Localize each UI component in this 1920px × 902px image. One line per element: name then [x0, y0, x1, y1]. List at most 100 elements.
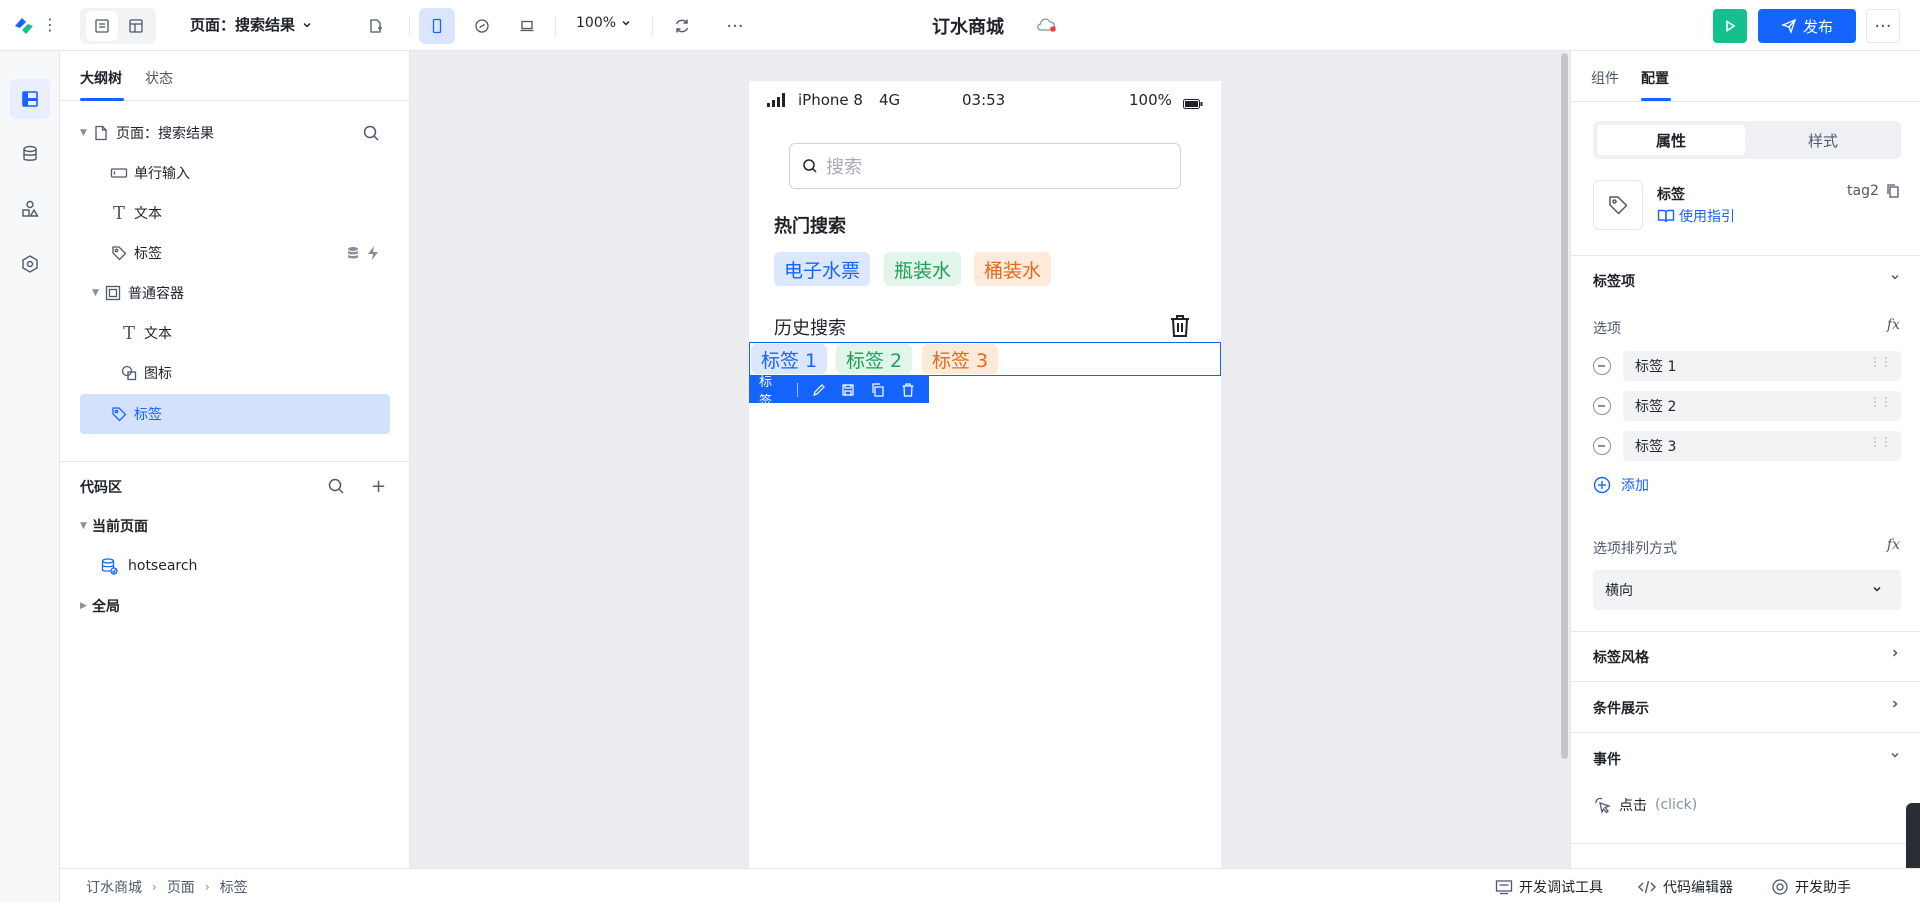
usage-guide-link[interactable]: 使用指引	[1657, 206, 1735, 226]
breadcrumb-item[interactable]: 页面	[167, 877, 195, 897]
remove-option-icon[interactable]	[1593, 357, 1611, 375]
app-menu-icon[interactable]: ⋮	[42, 14, 58, 36]
more-menu-button[interactable]: ···	[1866, 9, 1900, 43]
condition-header[interactable]: 条件展示	[1593, 698, 1901, 718]
drag-handle-icon[interactable]: ⋮⋮	[1869, 396, 1892, 408]
publish-button[interactable]: 发布	[1758, 9, 1856, 43]
segment-properties[interactable]: 属性	[1597, 125, 1745, 155]
remove-option-icon[interactable]	[1593, 397, 1611, 415]
page-selector[interactable]: 页面：搜索结果	[190, 14, 313, 35]
tree-item-text-nested[interactable]: T 文本	[80, 313, 390, 353]
search-input[interactable]: 搜索	[789, 143, 1181, 189]
copy-icon[interactable]	[869, 381, 887, 399]
tab-config[interactable]: 配置	[1641, 68, 1669, 88]
drag-handle-icon[interactable]: ⋮⋮	[1869, 436, 1892, 448]
more-actions-button[interactable]: ···	[717, 8, 753, 44]
save-icon[interactable]	[840, 381, 858, 399]
code-item-hotsearch[interactable]: hotsearch	[80, 546, 390, 586]
tree-item-tag[interactable]: 标签	[80, 233, 390, 273]
tree-item-container[interactable]: ▼ 普通容器	[80, 273, 390, 313]
event-click-item[interactable]: 点击 (click)	[1593, 795, 1697, 815]
tag-style-header[interactable]: 标签风格	[1593, 647, 1901, 667]
caret-right-icon[interactable]: ▶	[80, 601, 92, 611]
tree-item-tag-selected[interactable]: 标签	[80, 394, 390, 434]
text-icon: T	[112, 202, 125, 224]
tag-items-header[interactable]: 标签项	[1593, 271, 1901, 291]
breadcrumb-item[interactable]: 标签	[220, 877, 248, 897]
page-list-icon[interactable]	[86, 11, 118, 41]
section-title: 标签风格	[1593, 650, 1649, 666]
chevron-down-icon	[303, 22, 311, 28]
outline-nav-button[interactable]	[10, 79, 50, 119]
option-input[interactable]: 标签 1 ⋮⋮	[1623, 351, 1901, 381]
option-input[interactable]: 标签 2 ⋮⋮	[1623, 391, 1901, 421]
tree-item-page[interactable]: ▼ 页面：搜索结果	[80, 113, 390, 153]
delete-icon[interactable]	[899, 381, 917, 399]
data-source-nav-button[interactable]	[10, 134, 50, 174]
monitor-icon	[1495, 880, 1513, 895]
fx-icon[interactable]: fx	[1887, 317, 1900, 333]
debug-tool-button[interactable]: 开发调试工具	[1495, 877, 1603, 897]
breadcrumb-item[interactable]: 订水商城	[86, 877, 142, 897]
segment-style[interactable]: 样式	[1749, 125, 1897, 155]
edit-icon[interactable]	[810, 381, 828, 399]
tab-components[interactable]: 组件	[1591, 68, 1619, 88]
tab-outline-tree[interactable]: 大纲树	[80, 68, 122, 88]
tree-item-icon[interactable]: 图标	[80, 353, 390, 393]
hot-chip[interactable]: 电子水票	[774, 252, 871, 286]
zoom-select[interactable]: 100%	[576, 15, 632, 31]
book-icon	[1657, 209, 1675, 223]
trash-icon[interactable]	[1169, 314, 1191, 342]
drag-handle-icon[interactable]: ⋮⋮	[1869, 356, 1892, 368]
tab-state[interactable]: 状态	[145, 68, 173, 88]
code-editor-label: 代码编辑器	[1663, 880, 1733, 896]
components-nav-button[interactable]	[10, 189, 50, 229]
mobile-view-button[interactable]	[419, 8, 455, 44]
laptop-icon	[509, 8, 545, 44]
layout-icon[interactable]	[120, 8, 152, 44]
copy-icon[interactable]	[1885, 183, 1901, 203]
code-editor-button[interactable]: 代码编辑器	[1637, 877, 1733, 897]
desktop-view-button[interactable]	[509, 8, 545, 44]
mobile-icon	[419, 8, 455, 44]
events-header[interactable]: 事件	[1593, 749, 1901, 769]
plus-icon[interactable]: +	[371, 476, 386, 497]
event-name: 点击	[1619, 798, 1647, 814]
send-icon	[1780, 18, 1797, 34]
settings-nav-button[interactable]	[10, 244, 50, 284]
code-global[interactable]: ▶ 全局	[80, 586, 390, 626]
canvas-scrollbar[interactable]	[1561, 53, 1568, 759]
tree-item-text[interactable]: T 文本	[80, 193, 390, 233]
option-row: 标签 1 ⋮⋮	[1593, 351, 1901, 381]
caret-down-icon[interactable]: ▼	[80, 128, 92, 138]
option-input[interactable]: 标签 3 ⋮⋮	[1623, 431, 1901, 461]
play-icon	[1726, 20, 1736, 32]
code-current-page[interactable]: ▼ 当前页面	[80, 506, 390, 546]
text-icon: T	[122, 322, 135, 344]
add-page-button[interactable]	[358, 8, 394, 44]
run-preview-button[interactable]	[1713, 9, 1747, 43]
hot-chip[interactable]: 瓶装水	[884, 252, 962, 286]
miniprogram-view-button[interactable]	[464, 8, 500, 44]
caret-down-icon[interactable]: ▼	[80, 521, 92, 531]
layout-select[interactable]: 横向	[1593, 570, 1901, 610]
zoom-value: 100%	[576, 15, 617, 31]
divider	[555, 16, 556, 36]
fx-icon[interactable]: fx	[1887, 537, 1900, 553]
chevron-right-icon	[1889, 698, 1901, 714]
add-option-button[interactable]: 添加	[1593, 475, 1649, 495]
search-icon[interactable]	[327, 477, 345, 499]
miniprogram-icon	[464, 8, 500, 44]
page-selector-label: 页面：搜索结果	[190, 16, 296, 34]
refresh-button[interactable]	[664, 8, 700, 44]
search-icon[interactable]	[362, 124, 380, 146]
tag-icon	[110, 244, 128, 262]
remove-option-icon[interactable]	[1593, 437, 1611, 455]
file-add-icon	[358, 8, 394, 44]
dev-assistant-button[interactable]: 开发助手	[1771, 877, 1851, 897]
caret-down-icon[interactable]: ▼	[92, 288, 104, 298]
chevron-down-icon	[1889, 749, 1901, 765]
tree-item-single-input[interactable]: 单行输入	[80, 153, 390, 193]
hot-chip[interactable]: 桶装水	[974, 252, 1052, 286]
cloud-sync-icon[interactable]	[1036, 16, 1058, 38]
